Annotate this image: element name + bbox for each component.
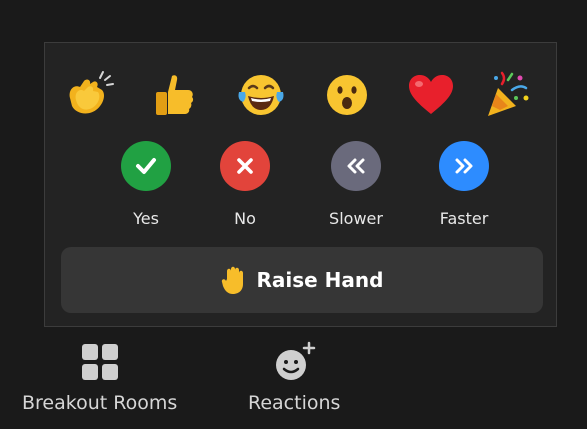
yes-circle bbox=[121, 141, 171, 191]
slower-label: Slower bbox=[329, 209, 383, 228]
reactions-popup: Yes No Slower Faster Raise Hand bbox=[44, 42, 557, 327]
faster-button[interactable]: Faster bbox=[424, 141, 504, 241]
smiley-plus-icon bbox=[276, 341, 316, 380]
slower-circle bbox=[331, 141, 381, 191]
clapping-hands-reaction[interactable] bbox=[59, 67, 119, 123]
faster-circle bbox=[439, 141, 489, 191]
party-popper-reaction[interactable] bbox=[477, 67, 537, 123]
red-heart-reaction[interactable] bbox=[401, 67, 461, 123]
party-popper-icon bbox=[488, 71, 529, 116]
no-circle bbox=[220, 141, 270, 191]
thumbs-up-reaction[interactable] bbox=[145, 67, 205, 123]
x-icon bbox=[237, 158, 253, 174]
double-chevron-left-icon bbox=[347, 158, 365, 174]
breakout-grid-icon bbox=[81, 344, 118, 380]
no-button[interactable]: No bbox=[205, 141, 285, 241]
yes-button[interactable]: Yes bbox=[106, 141, 186, 241]
raise-hand-label: Raise Hand bbox=[256, 268, 384, 292]
double-chevron-right-icon bbox=[455, 158, 473, 174]
clapping-hands-icon bbox=[69, 71, 114, 114]
tears-of-joy-reaction[interactable] bbox=[231, 67, 291, 123]
breakout-rooms-button[interactable]: Breakout Rooms bbox=[22, 340, 177, 414]
no-label: No bbox=[234, 209, 256, 228]
breakout-rooms-label: Breakout Rooms bbox=[22, 392, 178, 414]
reactions-label: Reactions bbox=[248, 392, 341, 414]
open-mouth-icon bbox=[327, 75, 367, 115]
faster-label: Faster bbox=[439, 209, 489, 228]
check-icon bbox=[136, 158, 156, 174]
reactions-button[interactable]: Reactions bbox=[248, 340, 340, 414]
raised-hand-icon bbox=[221, 266, 243, 294]
slower-button[interactable]: Slower bbox=[316, 141, 396, 241]
open-mouth-reaction[interactable] bbox=[317, 67, 377, 123]
red-heart-icon bbox=[409, 75, 453, 114]
raise-hand-button[interactable]: Raise Hand bbox=[61, 247, 543, 313]
yes-label: Yes bbox=[133, 209, 159, 228]
thumbs-up-icon bbox=[156, 75, 194, 115]
tears-of-joy-icon bbox=[238, 75, 284, 115]
